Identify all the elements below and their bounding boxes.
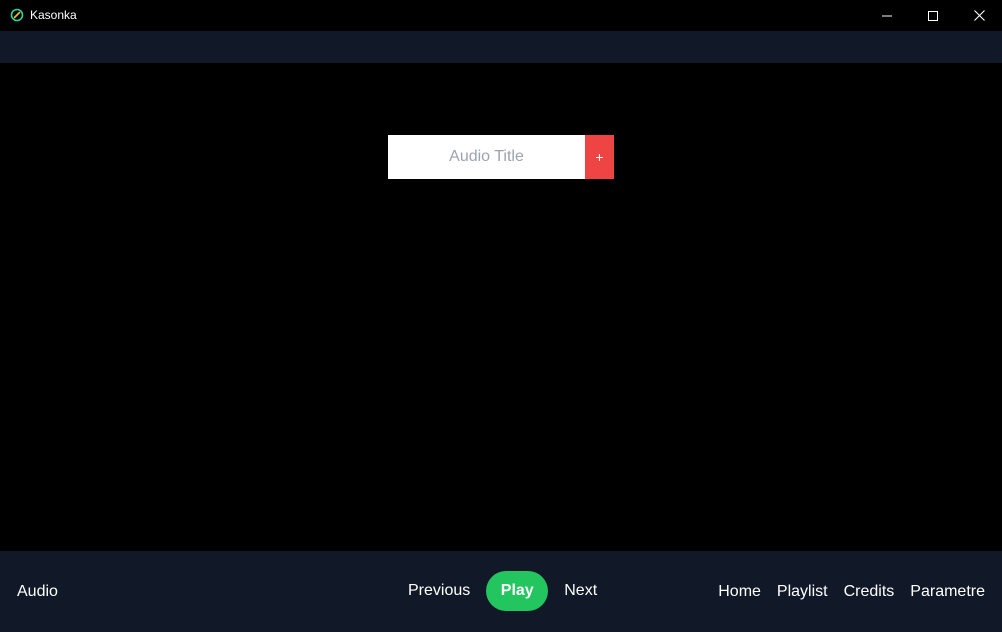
app-window: Kasonka + Audio Previous Play N — [0, 0, 1002, 632]
audio-title-input[interactable] — [388, 135, 585, 179]
nav-links: Home Playlist Credits Parametre — [718, 582, 985, 602]
app-link-icon — [10, 8, 24, 22]
top-strip — [0, 31, 1002, 63]
window-title: Kasonka — [30, 8, 77, 22]
nav-playlist[interactable]: Playlist — [777, 582, 828, 602]
maximize-button[interactable] — [910, 0, 956, 31]
maximize-icon — [928, 10, 938, 21]
title-bar: Kasonka — [0, 0, 1002, 31]
close-button[interactable] — [956, 0, 1002, 31]
next-button[interactable]: Next — [556, 581, 605, 601]
main-area: + — [0, 63, 1002, 551]
minimize-button[interactable] — [864, 0, 910, 31]
nav-home[interactable]: Home — [718, 582, 761, 602]
add-audio-button[interactable]: + — [585, 135, 614, 179]
nav-parametre[interactable]: Parametre — [910, 582, 985, 602]
minimize-icon — [882, 11, 892, 21]
add-audio-form: + — [388, 135, 614, 179]
previous-button[interactable]: Previous — [400, 581, 478, 601]
player-controls: Previous Play Next — [400, 571, 605, 611]
close-icon — [973, 10, 985, 21]
bottom-bar: Audio Previous Play Next Home Playlist C… — [0, 551, 1002, 632]
play-button[interactable]: Play — [486, 571, 549, 611]
section-label: Audio — [17, 583, 58, 600]
nav-credits[interactable]: Credits — [844, 582, 895, 602]
